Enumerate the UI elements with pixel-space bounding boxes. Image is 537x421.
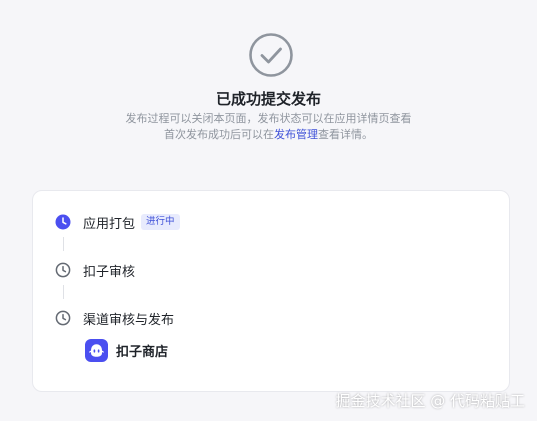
step-coze-review: 扣子审核 — [55, 260, 135, 280]
description-line-1: 发布过程可以关闭本页面，发布状态可以在应用详情页查看 — [125, 112, 412, 125]
step-app-packaging: 应用打包 进行中 — [55, 212, 180, 232]
description-prefix: 首次发布成功后可以在 — [164, 128, 274, 141]
clock-outline-icon — [55, 262, 71, 278]
step-label: 渠道审核与发布 — [83, 312, 175, 328]
description-line-2: 首次发布成功后可以在发布管理查看详情。 — [0, 126, 537, 142]
coze-logo-icon — [85, 339, 108, 362]
step-connector — [63, 237, 64, 251]
step-channel-review: 渠道审核与发布 — [55, 308, 174, 328]
step-label: 扣子审核 — [83, 264, 136, 280]
step-label: 应用打包 — [83, 216, 136, 232]
description-suffix: 查看详情。 — [318, 128, 373, 141]
clock-filled-icon — [55, 214, 71, 230]
channel-store: 扣子商店 — [85, 339, 168, 362]
status-badge: 进行中 — [141, 214, 180, 230]
page-title: 已成功提交发布 — [215, 90, 321, 108]
publish-management-link[interactable]: 发布管理 — [274, 128, 318, 141]
clock-outline-icon — [55, 310, 71, 326]
watermark: 掘金技术社区 @ 代码粘贴工 — [335, 392, 525, 410]
check-circle-icon — [249, 33, 293, 77]
publish-progress-card: 应用打包 进行中 扣子审核 渠道审核与发布 扣子商店 — [32, 190, 510, 392]
step-connector — [63, 285, 64, 299]
store-name: 扣子商店 — [116, 345, 169, 360]
